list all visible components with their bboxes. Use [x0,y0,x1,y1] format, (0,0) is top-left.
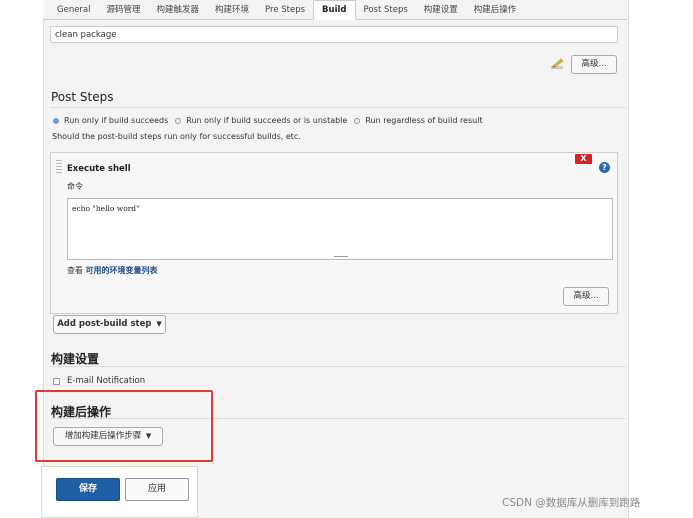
env-vars-prefix: 查看 [67,266,83,275]
radio-succeeds-label: Run only if build succeeds [64,116,169,125]
radio-regardless-label: Run regardless of build result [365,116,483,125]
pencil-icon [551,58,564,69]
delete-step-button[interactable]: X [575,154,592,164]
post-steps-hint: Should the post-build steps run only for… [52,132,301,141]
command-label: 命令 [67,182,83,191]
drag-handle-icon[interactable] [56,160,62,174]
goals-input[interactable]: clean package [50,26,618,43]
tab-build[interactable]: Build [313,0,356,20]
help-icon[interactable]: ? [599,162,610,173]
email-notification-row: E-mail Notification [53,376,145,386]
post-steps-title: Post Steps [51,90,114,104]
save-button[interactable]: 保存 [56,478,120,501]
textarea-resize-handle[interactable] [334,256,348,257]
add-post-build-step-label: Add post-build step [57,319,152,329]
tab-general[interactable]: General [49,1,99,19]
watermark: CSDN @数据库从删库到跑路 [502,497,641,509]
tab-build-env[interactable]: 构建环境 [207,1,257,19]
radio-unstable[interactable] [175,117,182,124]
section-tab-bar: General 源码管理 构建触发器 构建环境 Pre Steps Build … [43,0,627,20]
env-vars-line: 查看 可用的环境变量列表 [67,265,158,276]
add-post-build-step-button[interactable]: Add post-build step ▼ [53,315,166,334]
shell-advanced-button[interactable]: 高级... [563,287,609,306]
tab-scm[interactable]: 源码管理 [99,1,149,19]
email-notification-checkbox[interactable] [53,377,60,385]
tab-build-settings[interactable]: 构建设置 [416,1,466,19]
apply-button[interactable]: 应用 [125,478,189,501]
build-settings-title: 构建设置 [51,352,100,366]
tab-triggers[interactable]: 构建触发器 [149,1,208,19]
tab-post-steps[interactable]: Post Steps [356,1,416,19]
build-advanced-button[interactable]: 高级... [571,55,617,74]
chevron-down-icon: ▼ [156,320,162,328]
radio-unstable-label: Run only if build succeeds or is unstabl… [186,116,348,125]
highlight-box [35,390,213,462]
execute-shell-title: Execute shell [67,164,131,174]
email-notification-label: E-mail Notification [67,376,146,386]
command-textarea[interactable]: echo "hello word" [67,198,613,260]
env-vars-link[interactable]: 可用的环境变量列表 [86,266,158,275]
radio-succeeds[interactable] [53,117,59,124]
build-settings-divider [50,366,626,367]
radio-regardless[interactable] [354,117,361,124]
tab-pre-steps[interactable]: Pre Steps [257,1,313,19]
post-steps-radio-group: Run only if build succeeds Run only if b… [53,116,490,125]
post-steps-divider [50,107,626,108]
tab-post-build[interactable]: 构建后操作 [466,1,525,19]
